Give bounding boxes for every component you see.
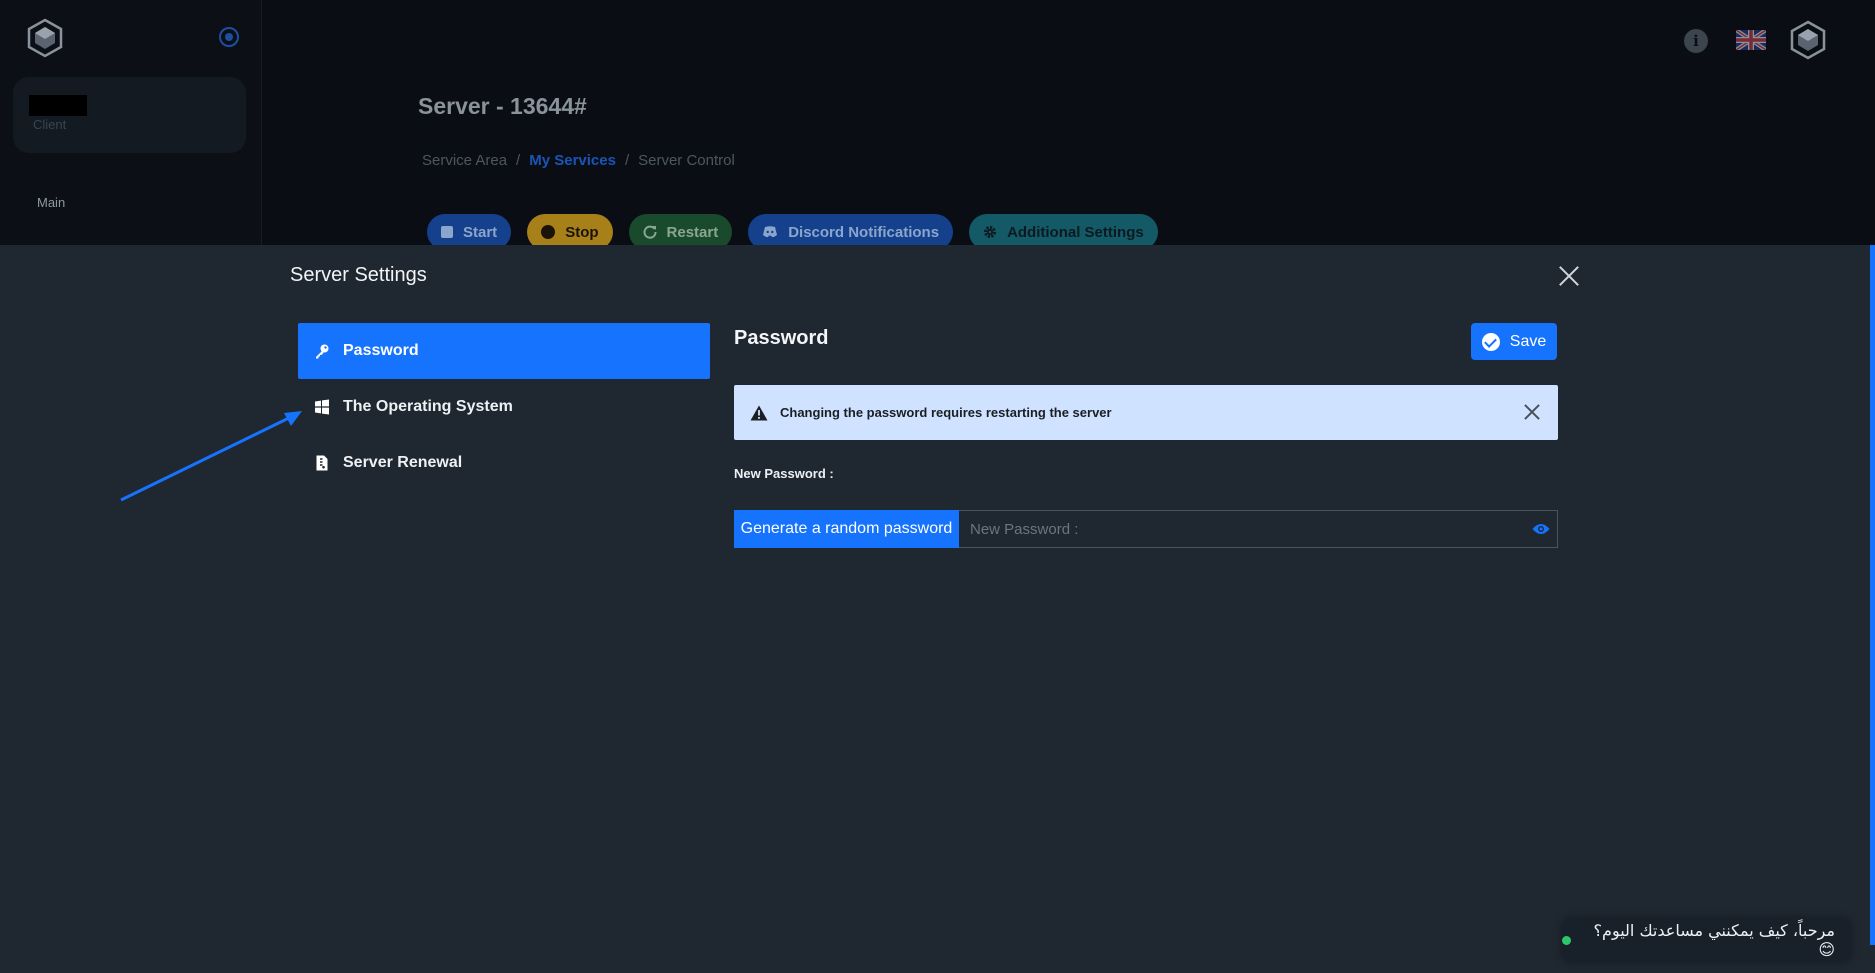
info-icon[interactable]: i xyxy=(1684,29,1708,53)
uk-flag-icon[interactable] xyxy=(1734,28,1768,52)
server-settings-modal: Server Settings Password The Operating S… xyxy=(0,245,1875,973)
stop-square-icon xyxy=(441,226,453,238)
breadcrumb-separator: / xyxy=(516,152,521,169)
new-password-label: New Password : xyxy=(734,466,834,481)
settings-nav: Password The Operating System Server Ren… xyxy=(298,323,710,491)
modal-title: Server Settings xyxy=(290,264,427,286)
settings-nav-operating-system-label: The Operating System xyxy=(343,398,513,415)
restart-button-label: Restart xyxy=(666,223,719,241)
settings-nav-password[interactable]: Password xyxy=(298,323,710,379)
avatar-logo-icon[interactable] xyxy=(1790,20,1826,60)
chat-greeting: مرحباً، كيف يمكنني مساعدتك اليوم؟ 😊 xyxy=(1593,921,1835,959)
save-button-label: Save xyxy=(1509,332,1547,350)
breadcrumb-service-area[interactable]: Service Area xyxy=(422,152,507,169)
generate-password-button[interactable]: Generate a random password xyxy=(734,510,959,548)
new-password-input[interactable] xyxy=(959,510,1558,548)
circle-icon xyxy=(541,225,556,239)
settings-nav-server-renewal[interactable]: Server Renewal xyxy=(298,435,710,491)
warning-triangle-icon xyxy=(750,405,768,420)
modal-close-icon[interactable] xyxy=(1558,265,1580,287)
additional-settings-label: Additional Settings xyxy=(1007,223,1144,241)
client-card[interactable]: Client xyxy=(13,77,246,153)
key-icon xyxy=(313,342,331,360)
settings-nav-password-label: Password xyxy=(343,342,419,359)
page-title: Server - 13644# xyxy=(418,93,587,119)
sidebar: Client Main xyxy=(0,0,262,245)
online-status-icon xyxy=(1562,935,1571,945)
brand-logo-icon[interactable] xyxy=(27,18,63,58)
stop-button[interactable]: Stop xyxy=(527,214,613,245)
eye-icon[interactable] xyxy=(1532,521,1550,537)
discord-icon xyxy=(763,226,778,238)
restart-warning-alert: Changing the password requires restartin… xyxy=(734,385,1558,440)
alert-close-icon[interactable] xyxy=(1524,404,1540,420)
start-button[interactable]: Start xyxy=(427,214,512,245)
settings-nav-server-renewal-label: Server Renewal xyxy=(343,454,463,471)
breadcrumb: Service Area / My Services / Server Cont… xyxy=(422,152,735,169)
check-circle-icon xyxy=(1481,332,1500,351)
discord-notifications-button[interactable]: Discord Notifications xyxy=(748,214,954,245)
background-app: Client Main i Server - 13644# Service Ar… xyxy=(0,0,1875,245)
discord-notifications-label: Discord Notifications xyxy=(788,223,940,241)
additional-settings-button[interactable]: Additional Settings xyxy=(969,214,1158,245)
client-name-redacted xyxy=(29,95,87,116)
client-role: Client xyxy=(33,117,67,132)
breadcrumb-separator: / xyxy=(624,152,630,169)
sidebar-toggle-icon[interactable] xyxy=(219,27,239,47)
breadcrumb-my-services[interactable]: My Services xyxy=(529,152,616,169)
gear-icon xyxy=(984,226,997,238)
chat-widget[interactable]: مرحباً، كيف يمكنني مساعدتك اليوم؟ 😊 xyxy=(1562,918,1851,962)
nav-section-main: Main xyxy=(37,195,66,210)
stop-button-label: Stop xyxy=(565,223,599,241)
start-button-label: Start xyxy=(463,223,498,241)
document-icon xyxy=(313,454,331,472)
password-input-group: Generate a random password xyxy=(734,510,1558,548)
server-actions: Start Stop Restart Discord Notifications… xyxy=(427,214,1158,245)
annotation-arrow-icon xyxy=(120,411,302,502)
breadcrumb-server-control: Server Control xyxy=(638,152,735,169)
panel-title: Password xyxy=(734,327,829,349)
windows-icon xyxy=(313,398,331,416)
refresh-icon xyxy=(643,225,657,239)
settings-nav-operating-system[interactable]: The Operating System xyxy=(298,379,710,435)
alert-text: Changing the password requires restartin… xyxy=(780,405,1112,420)
restart-button[interactable]: Restart xyxy=(628,214,733,245)
save-button[interactable]: Save xyxy=(1471,323,1557,360)
scrollbar-thumb[interactable] xyxy=(1870,245,1875,945)
